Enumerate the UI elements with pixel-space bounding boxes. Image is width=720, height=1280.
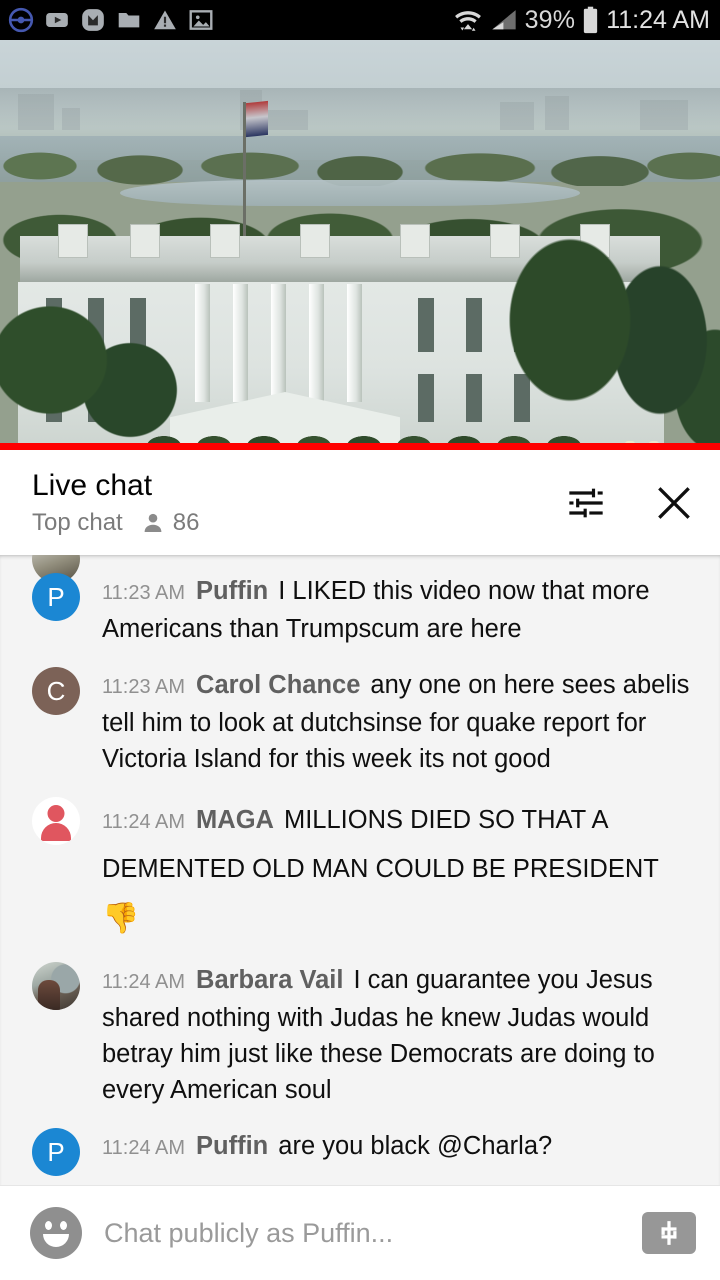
message-timestamp: 11:23 AM	[102, 582, 186, 604]
avatar[interactable]: P	[32, 573, 80, 621]
photo-icon	[189, 10, 213, 30]
message-timestamp: 11:24 AM	[102, 1137, 186, 1159]
live-chat-header: Live chat Top chat 86	[0, 450, 720, 555]
pokeball-icon	[8, 7, 34, 33]
haze-layer	[0, 88, 720, 128]
default-avatar-body	[41, 823, 71, 841]
avatar-initial: P	[47, 1137, 65, 1167]
chat-message[interactable]: 11:24 AM Barbara Vail I can guarantee you …	[0, 952, 720, 1118]
status-bar: 39% 11:24 AM	[0, 0, 720, 40]
battery-icon	[584, 6, 598, 34]
live-chat-message-list[interactable]: P 11:23 AM Puffin I LIKED this video now t…	[0, 555, 720, 1185]
chat-mode-label[interactable]: Top chat	[32, 509, 123, 537]
avatar[interactable]: P	[32, 1128, 80, 1176]
chat-settings-button[interactable]	[564, 481, 608, 525]
youtube-live-chat-screen: 39% 11:24 AM Live chat Top chat 86 P 11:…	[0, 0, 720, 1280]
default-avatar-head	[47, 805, 65, 822]
status-bar-system-icons: 39% 11:24 AM	[453, 6, 710, 35]
message-author[interactable]: MAGA	[196, 806, 274, 834]
american-flag	[246, 100, 268, 138]
thumbs-down-emoji: 👎	[102, 902, 140, 935]
message-text: are you black @Charla?	[278, 1132, 553, 1160]
live-chat-subheader[interactable]: Top chat 86	[32, 509, 564, 537]
chat-message-body: 11:24 AM Puffin are you black @Charla?	[102, 1128, 698, 1166]
person-icon	[144, 513, 162, 532]
message-author[interactable]: Puffin	[196, 577, 268, 605]
smiley-face-icon[interactable]	[30, 1207, 82, 1259]
chat-message[interactable]: 11:24 AM MAGA MILLIONS DIED SO THAT A DEME…	[0, 787, 720, 952]
chat-message-body: 11:23 AM Puffin I LIKED this video now tha…	[102, 573, 698, 647]
avatar[interactable]	[32, 962, 80, 1010]
avatar-initial: C	[46, 676, 66, 706]
close-chat-button[interactable]	[652, 481, 696, 525]
chat-message[interactable]: P 11:24 AM Puffin are you black @Charla?	[0, 1118, 720, 1185]
white-house-columns	[195, 284, 375, 404]
avatar-initial: P	[47, 582, 65, 612]
live-chat-title: Live chat	[32, 469, 153, 502]
message-timestamp: 11:24 AM	[102, 971, 186, 993]
video-progress-fill	[0, 443, 720, 450]
avatar[interactable]: C	[32, 667, 80, 715]
wifi-icon	[454, 11, 481, 31]
live-chat-header-actions	[564, 481, 696, 525]
viewer-count: 86	[172, 509, 200, 536]
video-player[interactable]	[0, 40, 720, 450]
chat-message-body: 11:24 AM MAGA MILLIONS DIED SO THAT A DEME…	[102, 797, 698, 942]
battery-percent: 39%	[524, 5, 576, 34]
chat-composer-bar	[0, 1185, 720, 1280]
chat-message-body: 11:24 AM Barbara Vail I can guarantee you …	[102, 962, 698, 1108]
warning-triangle-icon	[154, 10, 176, 30]
avatar[interactable]	[32, 797, 80, 845]
cell-signal-icon	[491, 10, 516, 30]
chat-message[interactable]: C 11:23 AM Carol Chance any one on here se…	[0, 657, 720, 787]
super-chat-button[interactable]	[642, 1212, 696, 1254]
video-progress-bar[interactable]	[0, 443, 720, 450]
live-chat-header-titles: Live chat Top chat 86	[32, 468, 564, 537]
m-app-icon	[82, 9, 104, 31]
message-author[interactable]: Barbara Vail	[196, 966, 343, 994]
status-bar-notification-icons	[8, 7, 214, 33]
tune-sliders-icon	[569, 488, 603, 517]
dollar-sign-icon	[661, 1221, 677, 1245]
message-timestamp: 11:23 AM	[102, 676, 186, 698]
folder-icon	[118, 12, 140, 28]
chat-message[interactable]: P 11:23 AM Puffin I LIKED this video now t…	[0, 563, 720, 657]
chat-message-body: 11:23 AM Carol Chance any one on here sees…	[102, 667, 698, 777]
message-author[interactable]: Carol Chance	[196, 671, 360, 699]
message-text: MILLIONS DIED SO THAT A DEMENTED OLD MAN…	[102, 806, 659, 883]
message-text: any one on here sees abelis tell him to …	[102, 671, 690, 773]
chat-input[interactable]	[104, 1217, 620, 1249]
right-foreground-trees	[500, 190, 720, 450]
status-bar-clock: 11:24 AM	[606, 5, 710, 34]
message-author[interactable]: Puffin	[196, 1132, 268, 1160]
close-x-icon	[658, 486, 690, 519]
left-foreground-trees	[0, 250, 200, 450]
message-timestamp: 11:24 AM	[102, 811, 186, 833]
youtube-icon	[46, 12, 68, 28]
